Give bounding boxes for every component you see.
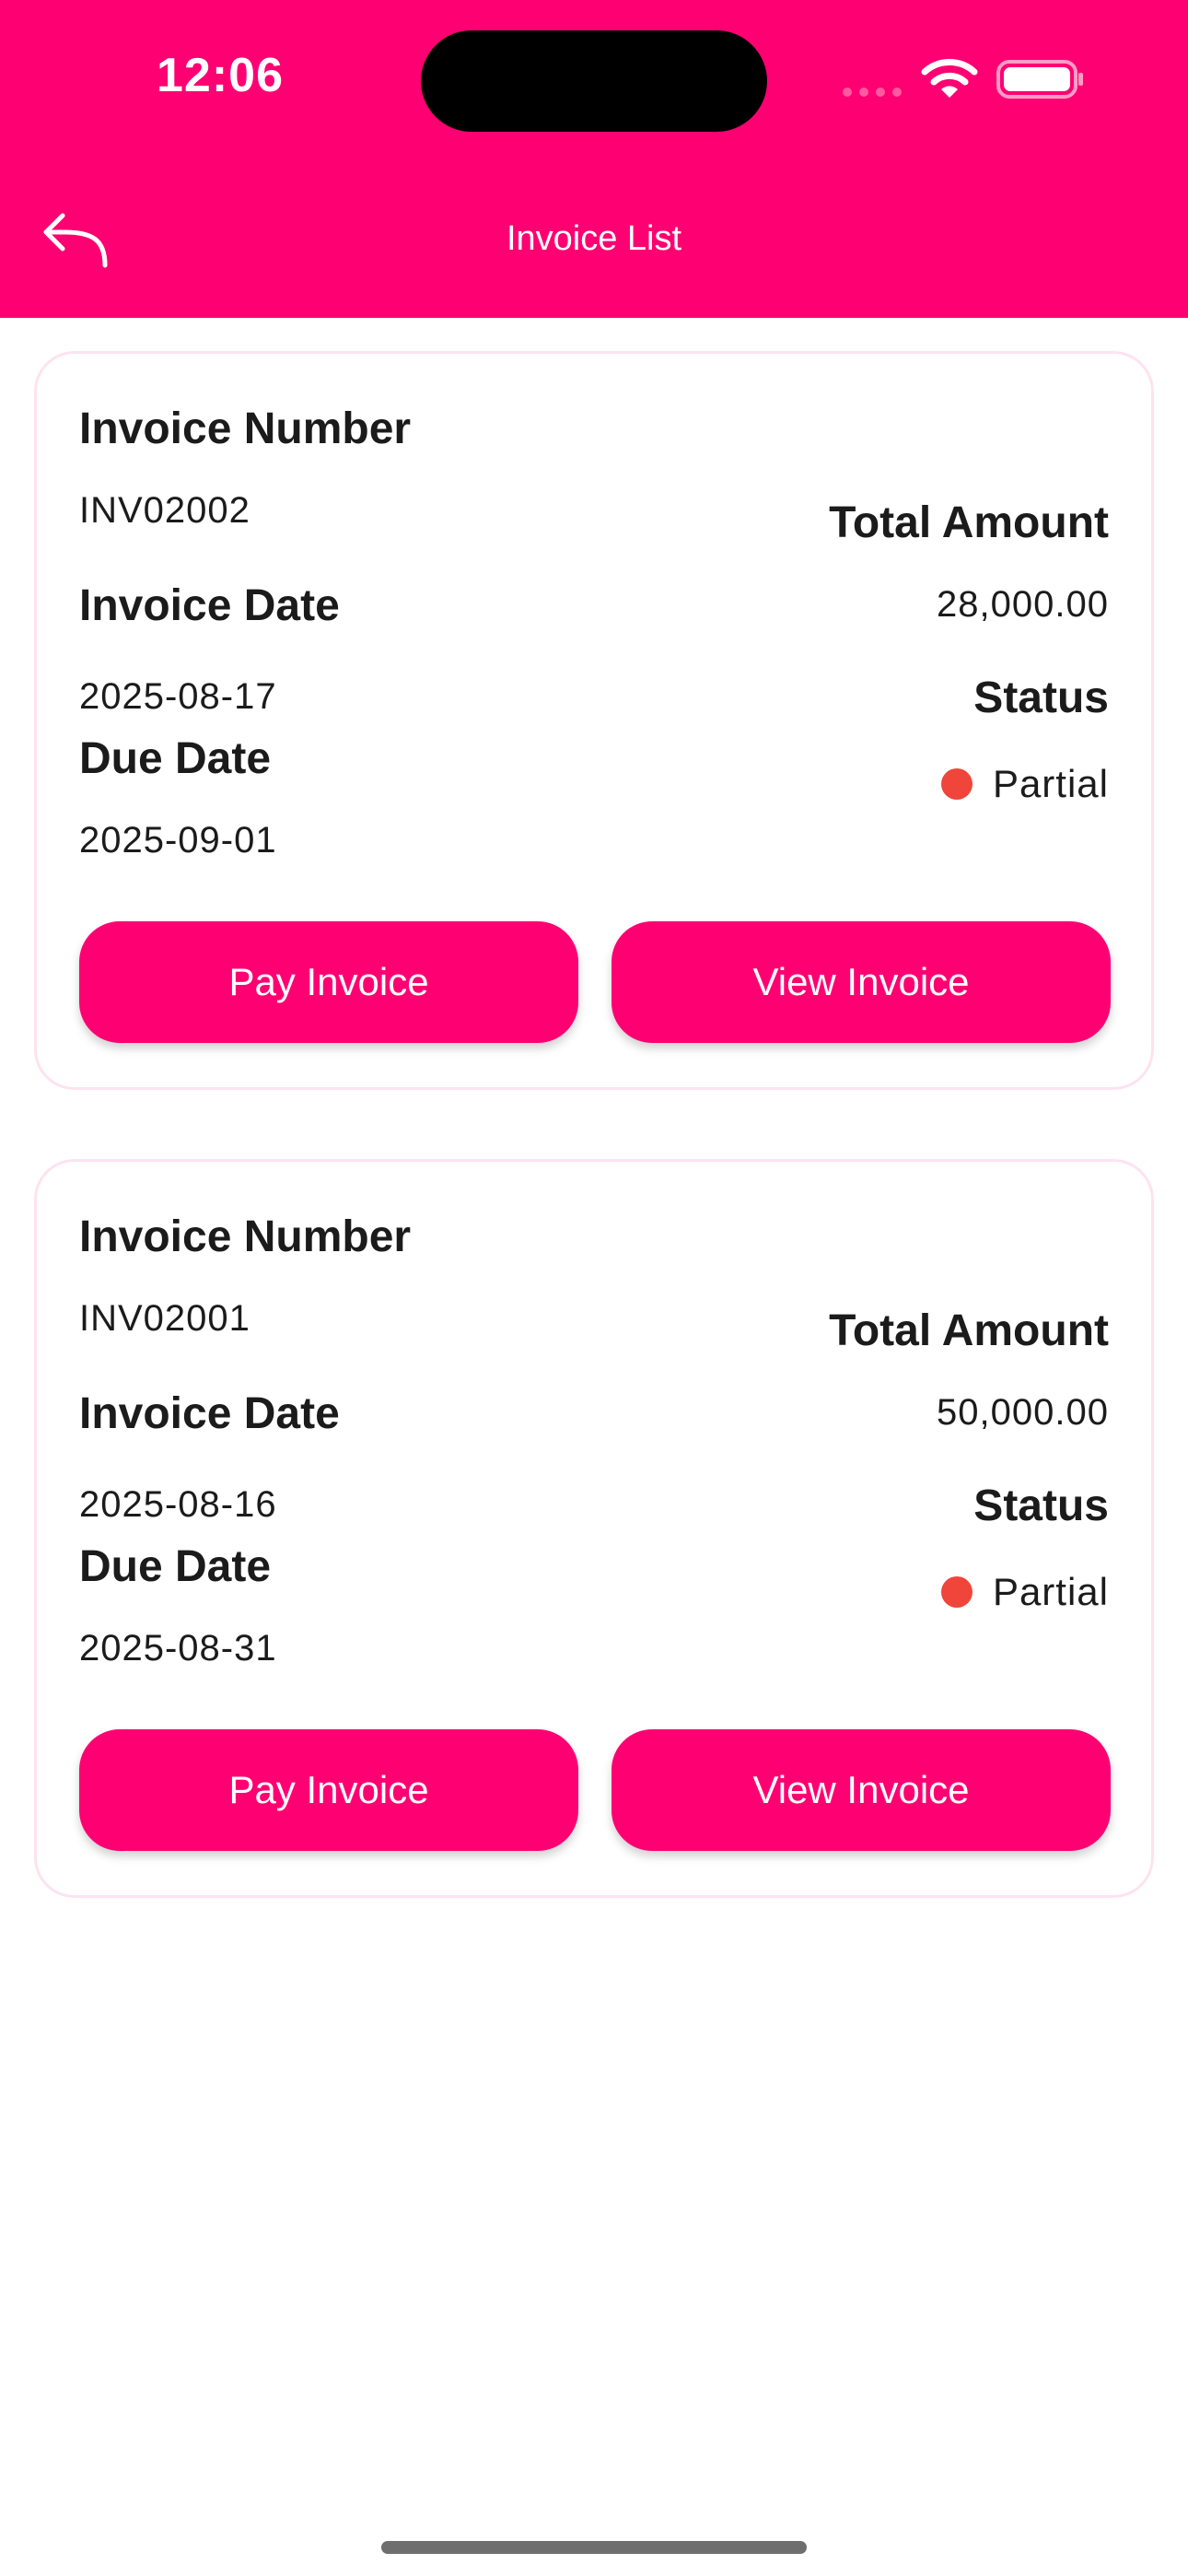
due-date-value: 2025-09-01 — [79, 820, 277, 861]
invoice-date-value: 2025-08-16 — [79, 1484, 277, 1525]
invoice-card: Invoice Number INV02001 Invoice Date 202… — [34, 1159, 1154, 1898]
invoice-number-label: Invoice Number — [79, 1212, 412, 1261]
total-amount-label: Total Amount — [829, 498, 1109, 547]
pay-invoice-button[interactable]: Pay Invoice — [79, 921, 578, 1043]
invoice-number-value: INV02002 — [79, 490, 250, 531]
dynamic-island — [421, 30, 767, 132]
status-value: Partial — [992, 762, 1109, 805]
invoice-date-label: Invoice Date — [79, 1389, 340, 1438]
status-badge: Partial — [940, 762, 1109, 806]
status-dot-icon — [940, 1576, 973, 1608]
cellular-signal-icon — [843, 88, 902, 97]
pay-invoice-button[interactable]: Pay Invoice — [79, 1729, 578, 1851]
total-amount-value: 28,000.00 — [937, 584, 1109, 625]
invoice-date-value: 2025-08-17 — [79, 676, 277, 717]
total-amount-label: Total Amount — [829, 1306, 1109, 1355]
status-label: Status — [973, 673, 1109, 722]
total-amount-value: 50,000.00 — [937, 1392, 1109, 1433]
app-header: 12:06 Invoice List — [0, 0, 1188, 318]
page-title: Invoice List — [506, 219, 682, 258]
view-invoice-button[interactable]: View Invoice — [611, 921, 1111, 1043]
invoice-date-label: Invoice Date — [79, 581, 340, 630]
due-date-label: Due Date — [79, 734, 272, 783]
invoice-number-value: INV02001 — [79, 1298, 250, 1339]
due-date-label: Due Date — [79, 1542, 272, 1591]
due-date-value: 2025-08-31 — [79, 1628, 277, 1669]
view-invoice-button[interactable]: View Invoice — [611, 1729, 1111, 1851]
invoice-number-label: Invoice Number — [79, 404, 412, 453]
status-label: Status — [973, 1481, 1109, 1530]
status-value: Partial — [992, 1570, 1109, 1613]
status-dot-icon — [940, 768, 973, 800]
status-bar-time: 12:06 — [157, 49, 284, 102]
status-badge: Partial — [940, 1570, 1109, 1614]
invoice-card: Invoice Number INV02002 Invoice Date 202… — [34, 351, 1154, 1090]
home-indicator[interactable] — [381, 2541, 807, 2554]
wifi-icon — [921, 59, 978, 98]
battery-icon — [996, 60, 1083, 99]
